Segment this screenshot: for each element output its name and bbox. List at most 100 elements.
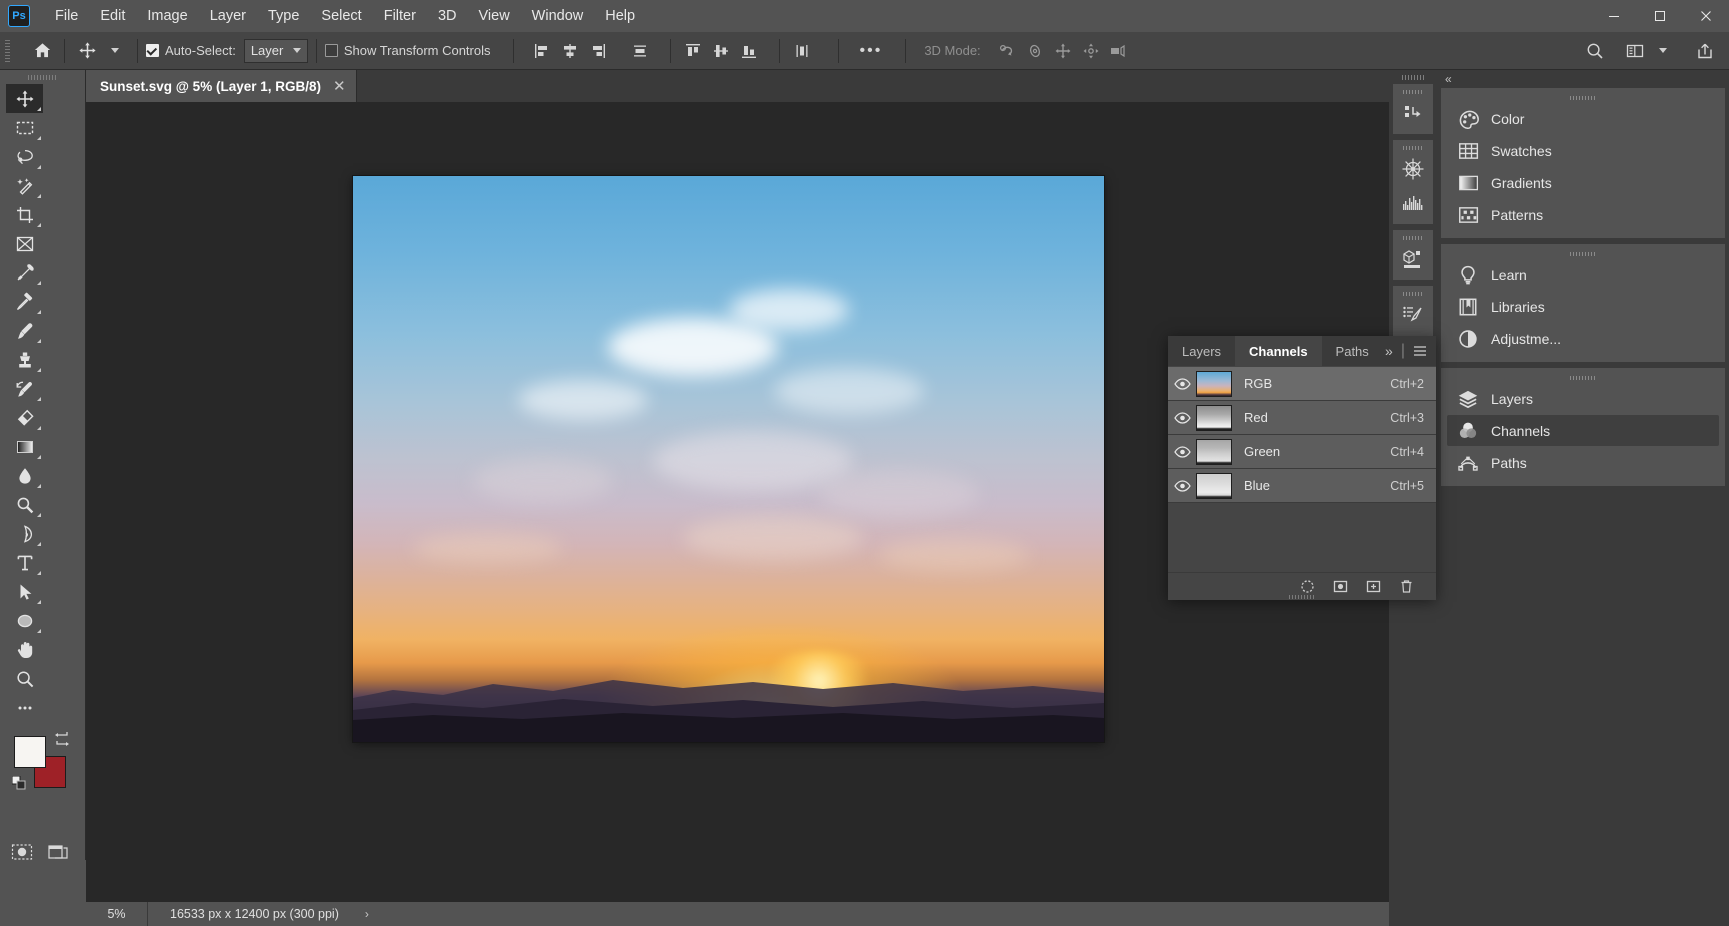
workspace-icon[interactable] (1621, 37, 1649, 65)
align-left-edges-icon[interactable] (528, 37, 556, 65)
menu-item-filter[interactable]: Filter (373, 4, 427, 28)
dock-group-grip[interactable] (1441, 93, 1725, 102)
channel-row-red[interactable]: Red Ctrl+3 (1168, 401, 1436, 435)
blur-tool[interactable] (6, 461, 43, 490)
roll-3d-icon[interactable] (1021, 37, 1049, 65)
pen-tool[interactable] (6, 519, 43, 548)
zoom-level[interactable]: 5% (86, 902, 148, 926)
menu-item-layer[interactable]: Layer (199, 4, 257, 28)
scale-3d-icon[interactable] (1105, 37, 1133, 65)
menu-item-image[interactable]: Image (136, 4, 198, 28)
dock-collapse-button[interactable]: « (1437, 70, 1729, 88)
auto-select-target-dropdown[interactable]: Layer (243, 38, 308, 63)
rail-group-grip[interactable] (1393, 88, 1433, 96)
sunset-photograph[interactable] (353, 176, 1104, 742)
default-colors-icon[interactable] (12, 776, 26, 790)
move-tool[interactable] (6, 84, 43, 113)
channel-row-green[interactable]: Green Ctrl+4 (1168, 435, 1436, 469)
dock-group-grip[interactable] (1441, 249, 1725, 258)
histogram-panel-icon[interactable] (1393, 186, 1433, 220)
channels-panel-resize-grip[interactable] (1289, 595, 1315, 599)
search-icon[interactable] (1581, 37, 1609, 65)
rail-grip[interactable] (1389, 70, 1437, 84)
history-panel-icon[interactable] (1393, 96, 1433, 130)
hand-tool[interactable] (6, 635, 43, 664)
menu-item-help[interactable]: Help (594, 4, 646, 28)
show-transform-controls-checkbox[interactable]: Show Transform Controls (324, 43, 491, 58)
auto-select-checkbox[interactable]: Auto-Select: (146, 43, 236, 58)
load-channel-as-selection-icon[interactable] (1300, 579, 1315, 594)
panel-menu-icon[interactable] (1413, 345, 1427, 357)
delete-channel-icon[interactable] (1399, 579, 1414, 594)
dock-item-libraries[interactable]: Libraries (1447, 291, 1719, 322)
dock-item-paths[interactable]: Paths (1447, 447, 1719, 478)
history-brush-tool[interactable] (6, 374, 43, 403)
dock-item-swatches[interactable]: Swatches (1447, 135, 1719, 166)
home-icon[interactable] (28, 37, 56, 65)
dock-item-color[interactable]: Color (1447, 103, 1719, 134)
dodge-tool[interactable] (6, 490, 43, 519)
3d-panel-icon[interactable] (1393, 242, 1433, 276)
clone-stamp-tool[interactable] (6, 345, 43, 374)
menu-item-3d[interactable]: 3D (427, 4, 468, 28)
eye-icon[interactable] (1168, 445, 1196, 458)
rail-group-grip[interactable] (1393, 144, 1433, 152)
dock-item-learn[interactable]: Learn (1447, 259, 1719, 290)
menu-item-view[interactable]: View (468, 4, 521, 28)
show-transform-checkbox-box[interactable] (324, 44, 338, 57)
document-tab[interactable]: Sunset.svg @ 5% (Layer 1, RGB/8) ✕ (86, 70, 357, 102)
expand-panels-icon[interactable]: » (1385, 343, 1393, 359)
distribute-vertical-icon[interactable] (788, 37, 816, 65)
align-horizontal-centers-icon[interactable] (556, 37, 584, 65)
more-options-button[interactable]: ••• (857, 37, 886, 65)
dock-item-patterns[interactable]: Patterns (1447, 199, 1719, 230)
dock-item-gradients[interactable]: Gradients (1447, 167, 1719, 198)
spot-healing-brush-tool[interactable] (6, 287, 43, 316)
move-tool-icon[interactable] (73, 37, 101, 65)
dock-item-layers[interactable]: Layers (1447, 383, 1719, 414)
distribute-horizontal-icon[interactable] (626, 37, 654, 65)
menu-item-file[interactable]: File (44, 4, 89, 28)
tools-panel-grip[interactable] (0, 70, 85, 84)
menu-item-select[interactable]: Select (310, 4, 372, 28)
rail-group-grip[interactable] (1393, 234, 1433, 242)
pan-3d-icon[interactable] (1049, 37, 1077, 65)
eraser-tool[interactable] (6, 403, 43, 432)
dock-item-adjustme[interactable]: Adjustme... (1447, 323, 1719, 354)
create-new-channel-icon[interactable] (1366, 579, 1381, 594)
options-bar-grip[interactable] (5, 39, 10, 62)
auto-select-checkbox-box[interactable] (146, 44, 159, 57)
object-selection-tool[interactable] (6, 171, 43, 200)
align-right-edges-icon[interactable] (584, 37, 612, 65)
channel-row-blue[interactable]: Blue Ctrl+5 (1168, 469, 1436, 503)
align-vertical-centers-icon[interactable] (707, 37, 735, 65)
rectangular-marquee-tool[interactable] (6, 113, 43, 142)
save-selection-as-channel-icon[interactable] (1333, 579, 1348, 594)
dock-group-grip[interactable] (1441, 373, 1725, 382)
path-selection-tool[interactable] (6, 577, 43, 606)
align-top-edges-icon[interactable] (679, 37, 707, 65)
crop-tool[interactable] (6, 200, 43, 229)
eye-icon[interactable] (1168, 411, 1196, 424)
edit-toolbar[interactable] (6, 693, 43, 722)
eye-icon[interactable] (1168, 479, 1196, 492)
chevron-down-icon[interactable] (1649, 37, 1677, 65)
tab-paths[interactable]: Paths (1322, 336, 1383, 366)
align-bottom-edges-icon[interactable] (735, 37, 763, 65)
zoom-tool[interactable] (6, 664, 43, 693)
navigator-panel-icon[interactable] (1393, 152, 1433, 186)
tab-layers[interactable]: Layers (1168, 336, 1235, 366)
brush-tool[interactable] (6, 316, 43, 345)
menu-item-edit[interactable]: Edit (89, 4, 136, 28)
frame-tool[interactable] (6, 229, 43, 258)
eye-icon[interactable] (1168, 377, 1196, 390)
swap-colors-icon[interactable] (54, 730, 70, 746)
menu-item-window[interactable]: Window (521, 4, 595, 28)
share-icon[interactable] (1691, 37, 1719, 65)
channels-panel[interactable]: Layers Channels Paths » | RGB Ctrl+2 Red Ctrl… (1168, 336, 1436, 600)
lasso-tool[interactable] (6, 142, 43, 171)
status-expand-arrow-icon[interactable]: › (365, 907, 369, 921)
close-icon[interactable]: ✕ (333, 77, 346, 95)
brush-settings-panel-icon[interactable] (1393, 298, 1433, 332)
tab-channels[interactable]: Channels (1235, 336, 1322, 366)
